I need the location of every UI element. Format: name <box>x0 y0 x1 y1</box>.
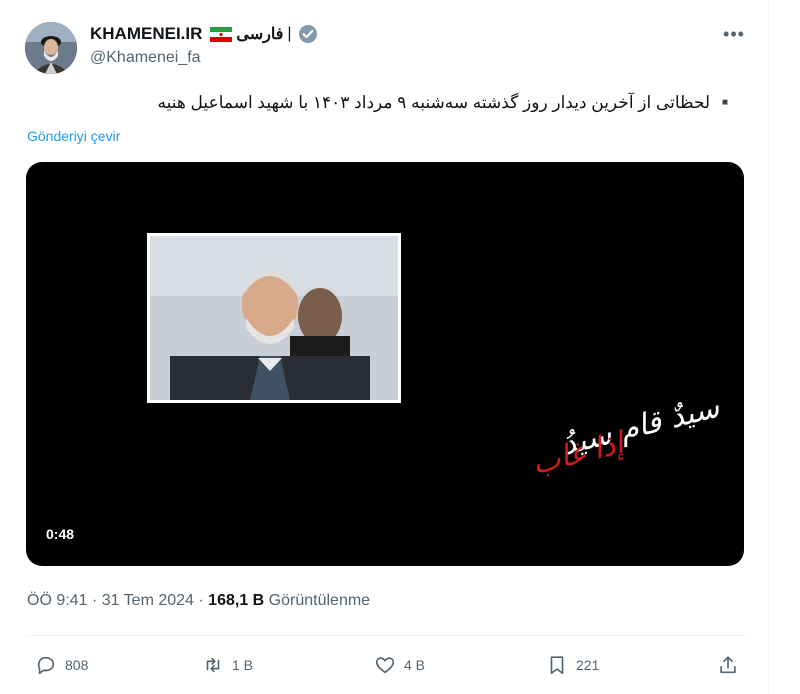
meta-dot: · <box>198 592 204 609</box>
like-button[interactable]: 4 B <box>374 650 425 680</box>
reply-count: 808 <box>65 657 89 673</box>
bookmark-icon <box>550 656 564 675</box>
post-time[interactable]: ÖÖ 9:41 <box>27 592 87 609</box>
like-icon <box>375 657 395 674</box>
views-label: Görüntülenme <box>268 592 371 609</box>
iran-flag-icon <box>210 26 233 42</box>
calligraphy-text: سيدٌ قام سيدُ إذا غاب <box>529 390 724 482</box>
author-name-row[interactable]: KHAMENEI.IR فارسی | <box>90 22 318 46</box>
bookmark-count: 221 <box>576 657 600 673</box>
repost-icon <box>206 657 220 673</box>
repost-count: 1 B <box>232 657 254 673</box>
video-player[interactable]: سيدٌ قام سيدُ إذا غاب 0:48 <box>26 162 744 566</box>
video-thumbnail-photo <box>147 233 401 403</box>
share-button[interactable] <box>717 650 747 680</box>
action-bar: 808 1 B 4 B 221 <box>27 650 745 680</box>
author-farsi-label: فارسی <box>236 26 284 43</box>
translate-link[interactable]: Gönderiyi çevir <box>27 128 120 144</box>
reply-icon <box>37 656 55 675</box>
meta-dot: · <box>91 592 98 609</box>
avatar[interactable] <box>25 22 77 74</box>
repost-button[interactable]: 1 B <box>202 650 253 680</box>
post-text: ▪️ لحظاتی از آخرین دیدار روز گذشته سه‌شن… <box>157 93 737 112</box>
author-handle[interactable]: @Khamenei_fa <box>90 49 201 67</box>
author-name[interactable]: KHAMENEI.IR <box>90 24 202 44</box>
tweet-card: KHAMENEI.IR فارسی | @Khamenei_fa ••• ▪️ … <box>0 0 768 694</box>
post-meta: ÖÖ 9:41 · 31 Tem 2024 · 168,1 B Görüntül… <box>27 592 370 610</box>
share-icon <box>720 656 736 674</box>
post-date[interactable]: 31 Tem 2024 <box>102 592 194 609</box>
more-icon[interactable]: ••• <box>720 24 748 44</box>
verified-badge-icon <box>298 24 318 44</box>
name-separator: | <box>287 25 292 42</box>
like-count: 4 B <box>404 657 426 673</box>
panel-border <box>768 0 769 694</box>
reply-button[interactable]: 808 <box>35 650 88 680</box>
video-duration: 0:48 <box>46 526 75 542</box>
views-count: 168,1 B <box>208 592 265 609</box>
bookmark-button[interactable]: 221 <box>546 650 599 680</box>
divider <box>27 635 745 636</box>
